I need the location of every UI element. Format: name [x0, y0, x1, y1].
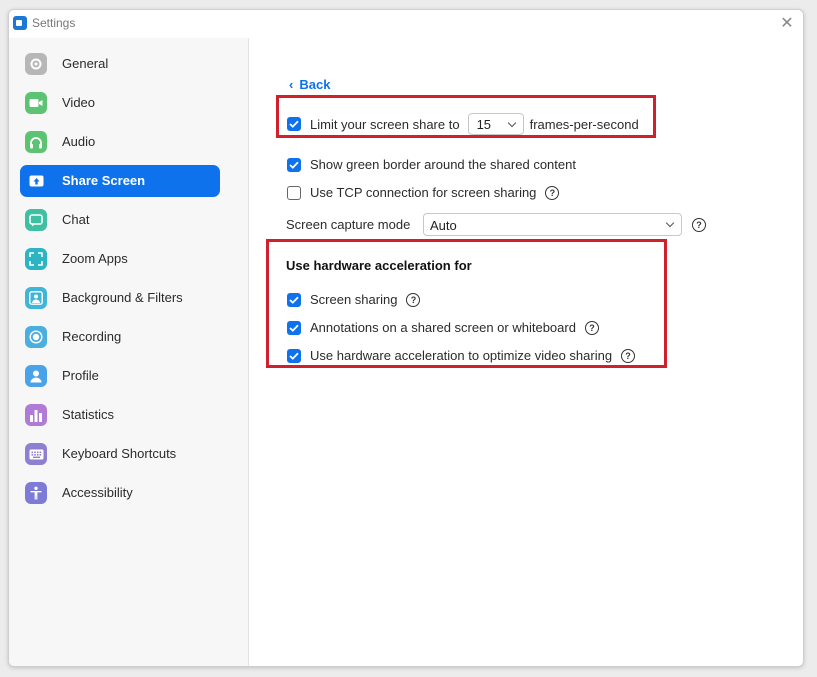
sidebar-item-label: Statistics [62, 407, 115, 422]
screen-capture-mode-dropdown[interactable]: Auto [423, 213, 682, 236]
green-border-label: Show green border around the shared cont… [310, 157, 576, 172]
video-camera-icon [25, 92, 47, 114]
zoom-app-icon [13, 16, 27, 30]
sidebar-item-accessibility[interactable]: Accessibility [20, 477, 220, 509]
sidebar-item-label: Zoom Apps [62, 251, 128, 266]
back-button[interactable]: ‹ Back [289, 77, 330, 92]
highlight-box-hardware-acceleration [266, 239, 667, 368]
chevron-down-icon [665, 218, 675, 228]
sidebar-item-label: Video [62, 95, 96, 110]
bar-chart-icon [25, 404, 47, 426]
profile-person-icon [25, 365, 47, 387]
background-person-icon [25, 287, 47, 309]
share-screen-icon [25, 170, 47, 192]
settings-sidebar: General Video Audio Share Screen Chat Zo… [9, 38, 249, 666]
sidebar-item-label: Audio [62, 134, 96, 149]
sidebar-item-keyboard-shortcuts[interactable]: Keyboard Shortcuts [20, 438, 220, 470]
tcp-checkbox[interactable] [287, 185, 301, 200]
tcp-label: Use TCP connection for screen sharing [310, 185, 537, 200]
gear-icon [25, 53, 47, 75]
sidebar-item-label: Recording [62, 329, 122, 344]
sidebar-item-general[interactable]: General [20, 48, 220, 80]
sidebar-item-label: Chat [62, 212, 90, 227]
sidebar-item-label: Keyboard Shortcuts [62, 446, 177, 461]
sidebar-item-zoom-apps[interactable]: Zoom Apps [20, 243, 220, 275]
highlight-box-fps [276, 95, 656, 138]
screen-capture-mode-label: Screen capture mode [286, 217, 411, 232]
back-label: Back [299, 77, 331, 92]
sidebar-item-share-screen[interactable]: Share Screen [20, 165, 220, 197]
green-border-row: Show green border around the shared cont… [287, 157, 576, 172]
help-icon[interactable]: ? [545, 185, 560, 200]
chat-bubble-icon [25, 209, 47, 231]
sidebar-item-profile[interactable]: Profile [20, 360, 220, 392]
headphones-icon [25, 131, 47, 153]
sidebar-item-recording[interactable]: Recording [20, 321, 220, 353]
zoom-apps-icon [25, 248, 47, 270]
window-title: Settings [32, 16, 76, 30]
title-bar: Settings ✕ [9, 10, 803, 38]
close-button[interactable]: ✕ [777, 14, 797, 34]
green-border-checkbox[interactable] [287, 157, 301, 172]
sidebar-item-statistics[interactable]: Statistics [20, 399, 220, 431]
sidebar-item-label: General [62, 56, 109, 71]
record-icon [25, 326, 47, 348]
screen-capture-mode-value: Auto [430, 218, 457, 233]
sidebar-item-background-filters[interactable]: Background & Filters [20, 282, 220, 314]
check-icon [289, 161, 299, 169]
sidebar-item-label: Share Screen [62, 173, 146, 188]
sidebar-item-chat[interactable]: Chat [20, 204, 220, 236]
accessibility-icon [25, 482, 47, 504]
help-icon[interactable]: ? [692, 218, 706, 232]
sidebar-item-video[interactable]: Video [20, 87, 220, 119]
sidebar-item-label: Background & Filters [62, 290, 183, 305]
keyboard-icon [25, 443, 47, 465]
sidebar-item-audio[interactable]: Audio [20, 126, 220, 158]
sidebar-item-label: Profile [62, 368, 99, 383]
tcp-row: Use TCP connection for screen sharing ? [287, 185, 560, 200]
chevron-left-icon: ‹ [289, 77, 294, 92]
sidebar-item-label: Accessibility [62, 485, 133, 500]
